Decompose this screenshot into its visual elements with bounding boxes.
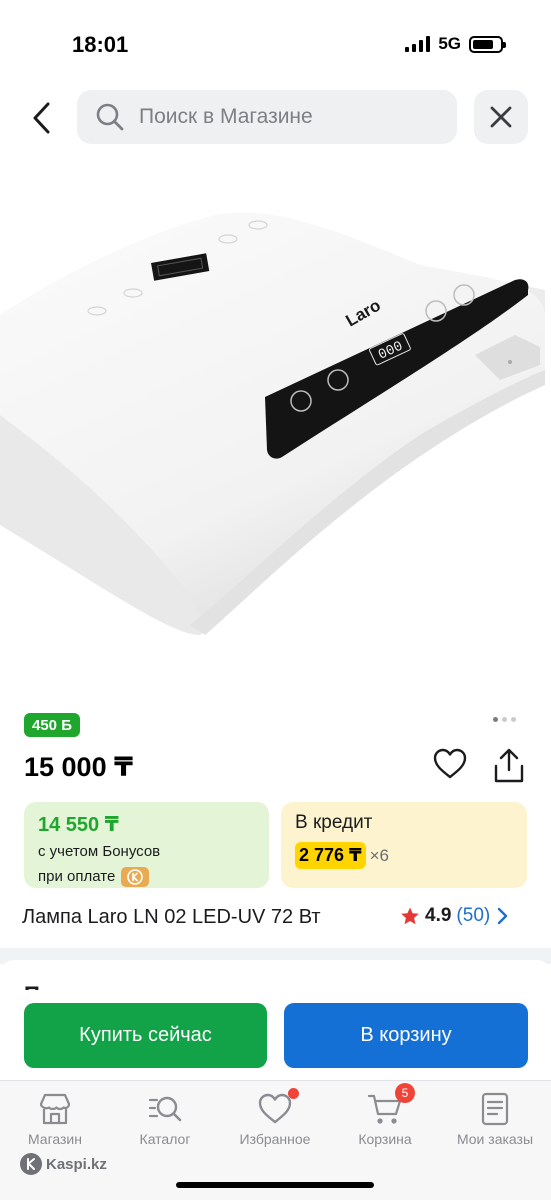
store-icon: [37, 1091, 73, 1127]
tab-label: Каталог: [139, 1131, 191, 1147]
favorite-button[interactable]: [433, 748, 469, 784]
tab-cart[interactable]: 5 Корзина: [330, 1083, 440, 1147]
status-bar: 18:01 5G: [0, 0, 551, 80]
signal-icon: [405, 36, 431, 52]
bonus-line-2: при оплате: [38, 868, 116, 885]
battery-level: [473, 39, 494, 49]
star-icon: [401, 907, 419, 925]
home-indicator: [176, 1182, 374, 1188]
cart-count-badge: 5: [395, 1083, 415, 1103]
chevron-right-icon: [498, 907, 508, 925]
product-price: 15 000 ₸: [24, 752, 133, 782]
kaspi-watermark: Kaspi.kz: [20, 1153, 107, 1175]
battery-icon: [469, 35, 506, 53]
credit-amount: 2 776 ₸: [295, 842, 366, 869]
gallery-dot: [511, 717, 516, 722]
catalog-search-icon: [147, 1091, 183, 1127]
orders-icon: [477, 1091, 513, 1127]
uv-lamp-image: 000 Laro: [0, 212, 545, 635]
search-input[interactable]: [139, 105, 429, 129]
notification-dot: [288, 1088, 299, 1099]
share-button[interactable]: [492, 748, 528, 786]
search-row: [0, 90, 551, 146]
close-button[interactable]: [474, 90, 528, 144]
chevron-left-icon: [33, 102, 50, 134]
tab-catalog[interactable]: Каталог: [110, 1091, 220, 1147]
credit-row: 2 776 ₸ ×6: [295, 842, 513, 869]
rating-link[interactable]: 4.9 (50): [400, 905, 509, 927]
search-icon: [96, 103, 124, 131]
bonus-line-2-row: при оплате: [38, 867, 255, 887]
bonus-price: 14 550 ₸: [38, 814, 119, 836]
action-bar: Купить сейчас В корзину: [0, 990, 551, 1080]
watermark-text: Kaspi.kz: [46, 1155, 107, 1173]
rating-value: 4.9: [425, 905, 452, 926]
cart-icon: 5: [367, 1083, 415, 1127]
credit-title: В кредит: [295, 812, 373, 833]
bonus-badge: 450 Б: [24, 713, 80, 737]
tab-label: Магазин: [27, 1131, 82, 1147]
gallery-dot: [502, 717, 507, 722]
heart-icon: [257, 1088, 299, 1127]
bonus-price-card[interactable]: 14 550 ₸ с учетом Бонусов при оплате: [24, 802, 269, 888]
bonus-line-1: с учетом Бонусов: [38, 843, 161, 860]
tab-favorites[interactable]: Избранное: [220, 1088, 330, 1147]
buy-now-button[interactable]: Купить сейчас: [24, 1003, 267, 1068]
tab-label: Мои заказы: [456, 1131, 534, 1147]
product-image[interactable]: 000 Laro: [0, 165, 551, 685]
add-to-cart-button[interactable]: В корзину: [284, 1003, 528, 1068]
heart-icon: [433, 748, 467, 779]
tab-label: Корзина: [358, 1131, 412, 1147]
share-icon: [494, 748, 524, 783]
close-icon: [490, 106, 512, 128]
tab-orders[interactable]: Мои заказы: [440, 1091, 550, 1147]
product-title: Лампа Laro LN 02 LED-UV 72 Вт: [22, 906, 321, 928]
gallery-dots: [493, 717, 516, 722]
kaspi-logo-icon: [20, 1153, 42, 1175]
bonus-coin-icon: [121, 867, 150, 887]
status-indicators: 5G: [405, 34, 506, 54]
tab-label: Избранное: [239, 1131, 311, 1147]
search-bar[interactable]: [77, 90, 457, 144]
review-count: (50): [456, 905, 491, 926]
credit-card[interactable]: В кредит 2 776 ₸ ×6: [281, 802, 527, 888]
tab-store[interactable]: Магазин: [0, 1091, 110, 1147]
gallery-dot: [493, 717, 498, 722]
credit-multiplier: ×6: [369, 845, 389, 865]
network-type: 5G: [438, 34, 461, 53]
status-time: 18:01: [72, 32, 129, 57]
back-button[interactable]: [22, 96, 62, 140]
